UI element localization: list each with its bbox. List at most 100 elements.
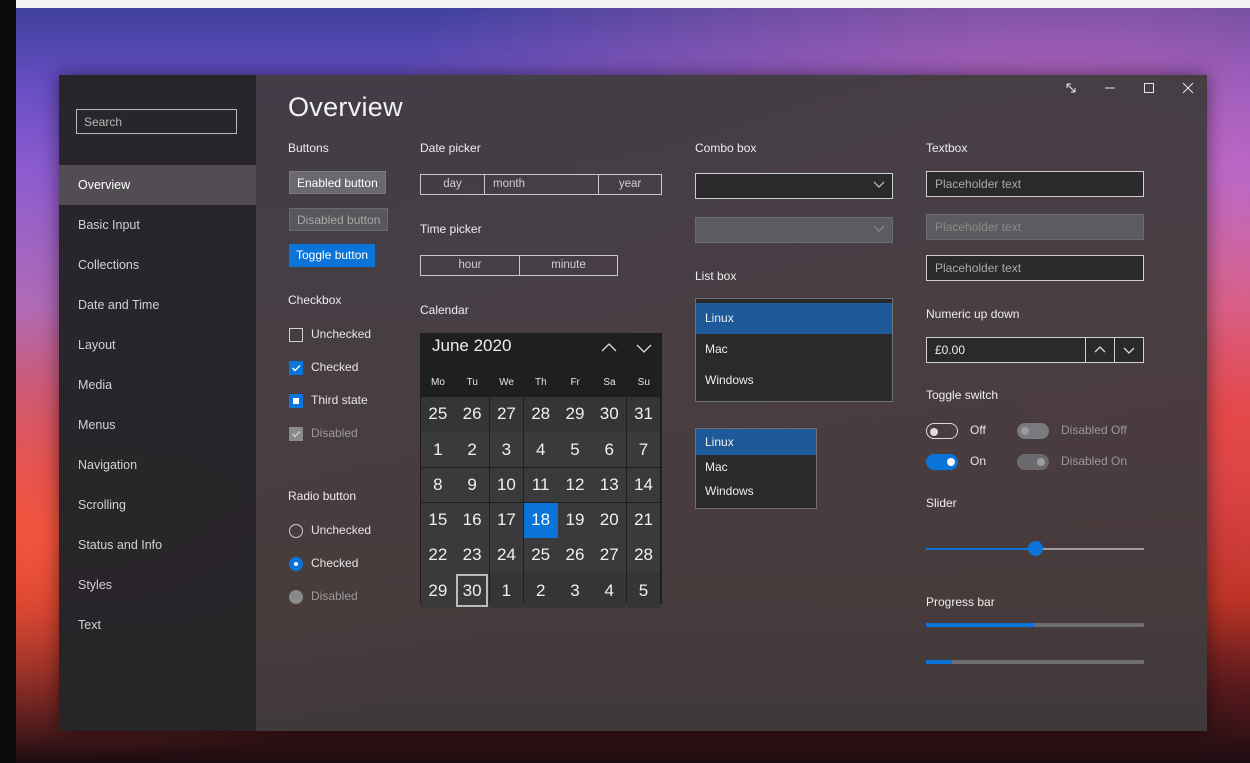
checkbox-third-label: Third state (311, 393, 368, 407)
list-item[interactable]: Windows (696, 479, 816, 503)
calendar-day[interactable]: 4 (523, 432, 558, 467)
calendar-day[interactable]: 25 (523, 538, 558, 573)
combo-box[interactable] (695, 173, 893, 199)
calendar-day[interactable]: 3 (489, 432, 524, 467)
calendar-day[interactable]: 26 (558, 538, 592, 573)
calendar-day[interactable]: 17 (489, 502, 524, 538)
calendar-day[interactable]: 28 (626, 538, 661, 573)
date-picker-year[interactable]: year (599, 175, 661, 194)
calendar-day[interactable]: 5 (558, 432, 592, 467)
calendar-day[interactable]: 26 (455, 397, 489, 432)
list-item[interactable]: Linux (696, 429, 816, 455)
calendar-month-label[interactable]: June 2020 (432, 336, 511, 356)
calendar-day[interactable]: 5 (626, 573, 661, 609)
calendar-day[interactable]: 19 (558, 502, 592, 538)
toggle-heading: Toggle switch (926, 388, 999, 402)
calendar-day[interactable]: 31 (626, 397, 661, 432)
calendar-day[interactable]: 29 (421, 573, 455, 609)
slider-fill (926, 548, 1035, 550)
sidebar-item-scrolling[interactable]: Scrolling (59, 485, 256, 525)
enabled-button[interactable]: Enabled button (289, 171, 386, 194)
resize-icon[interactable] (1051, 75, 1090, 101)
sidebar-item-navigation[interactable]: Navigation (59, 445, 256, 485)
sidebar-item-date-and-time[interactable]: Date and Time (59, 285, 256, 325)
calendar-day[interactable]: 3 (558, 573, 592, 609)
toggle-switch-on[interactable] (926, 454, 958, 470)
calendar-day[interactable]: 8 (421, 467, 455, 503)
list-item[interactable]: Mac (696, 455, 816, 479)
chevron-up-icon[interactable] (1085, 338, 1114, 362)
calendar-day[interactable]: 22 (421, 538, 455, 573)
calendar-day[interactable]: 24 (489, 538, 524, 573)
calendar-day[interactable]: 11 (523, 467, 558, 503)
progress-bar (926, 623, 1144, 627)
toggle-disabled-on-label: Disabled On (1061, 454, 1128, 468)
calendar-day[interactable]: 20 (592, 502, 627, 538)
search-input[interactable] (76, 109, 237, 134)
calendar-day[interactable]: 13 (592, 467, 627, 503)
sidebar-item-collections[interactable]: Collections (59, 245, 256, 285)
textbox-3[interactable]: Placeholder text (926, 255, 1144, 281)
calendar-day[interactable]: 21 (626, 502, 661, 538)
calendar-day[interactable]: 7 (626, 432, 661, 467)
toggle-button[interactable]: Toggle button (289, 244, 376, 267)
radio-unchecked[interactable] (289, 524, 303, 538)
calendar-day[interactable]: 27 (592, 538, 627, 573)
sidebar-item-styles[interactable]: Styles (59, 565, 256, 605)
sidebar-item-media[interactable]: Media (59, 365, 256, 405)
calendar-day[interactable]: 10 (489, 467, 524, 503)
calendar-day[interactable]: 6 (592, 432, 627, 467)
sidebar-item-overview[interactable]: Overview (59, 165, 256, 205)
calendar-day[interactable]: 16 (455, 502, 489, 538)
calendar-day[interactable]: 1 (489, 573, 524, 609)
date-picker-day[interactable]: day (421, 175, 485, 194)
slider-thumb[interactable] (1028, 541, 1043, 556)
maximize-icon[interactable] (1129, 75, 1168, 101)
checkbox-third-state[interactable] (289, 394, 303, 408)
calendar-day[interactable]: 23 (455, 538, 489, 573)
calendar-day[interactable]: 18 (523, 502, 558, 538)
calendar-day[interactable]: 27 (489, 397, 524, 432)
date-picker[interactable]: day month year (420, 174, 662, 195)
calendar-day[interactable]: 28 (523, 397, 558, 432)
calendar-day[interactable]: 25 (421, 397, 455, 432)
list-box-compact: Linux Mac Windows (695, 428, 817, 509)
radio-checked[interactable] (289, 557, 303, 571)
slider-heading: Slider (926, 496, 957, 510)
date-picker-month[interactable]: month (485, 175, 599, 194)
time-picker-hour[interactable]: hour (421, 256, 520, 275)
list-item[interactable]: Linux (696, 303, 892, 334)
calendar-day[interactable]: 15 (421, 502, 455, 538)
calendar-day[interactable]: 9 (455, 467, 489, 503)
calendar-day[interactable]: 14 (626, 467, 661, 503)
close-icon[interactable] (1168, 75, 1207, 101)
time-picker-minute[interactable]: minute (520, 256, 617, 275)
sidebar-item-basic-input[interactable]: Basic Input (59, 205, 256, 245)
radio-disabled (289, 590, 303, 604)
time-picker[interactable]: hour minute (420, 255, 618, 276)
checkbox-unchecked[interactable] (289, 328, 303, 342)
sidebar-item-layout[interactable]: Layout (59, 325, 256, 365)
chevron-down-icon[interactable] (633, 339, 655, 361)
checkbox-checked[interactable] (289, 361, 303, 375)
calendar-day[interactable]: 2 (455, 432, 489, 467)
chevron-down-icon[interactable] (1114, 338, 1143, 362)
sidebar-item-text[interactable]: Text (59, 605, 256, 645)
calendar-day[interactable]: 1 (421, 432, 455, 467)
calendar-heading: Calendar (420, 303, 469, 317)
calendar-day[interactable]: 30 (455, 573, 489, 609)
sidebar-item-menus[interactable]: Menus (59, 405, 256, 445)
calendar-day[interactable]: 12 (558, 467, 592, 503)
chevron-up-icon[interactable] (598, 339, 620, 361)
minimize-icon[interactable] (1090, 75, 1129, 101)
list-item[interactable]: Mac (696, 334, 892, 365)
toggle-switch-off[interactable] (926, 423, 958, 439)
calendar-day[interactable]: 2 (523, 573, 558, 609)
numeric-value[interactable]: £0.00 (927, 338, 1085, 362)
textbox[interactable]: Placeholder text (926, 171, 1144, 197)
sidebar-item-status-and-info[interactable]: Status and Info (59, 525, 256, 565)
calendar-day[interactable]: 4 (592, 573, 627, 609)
list-item[interactable]: Windows (696, 365, 892, 396)
calendar-day[interactable]: 30 (592, 397, 627, 432)
calendar-day[interactable]: 29 (558, 397, 592, 432)
